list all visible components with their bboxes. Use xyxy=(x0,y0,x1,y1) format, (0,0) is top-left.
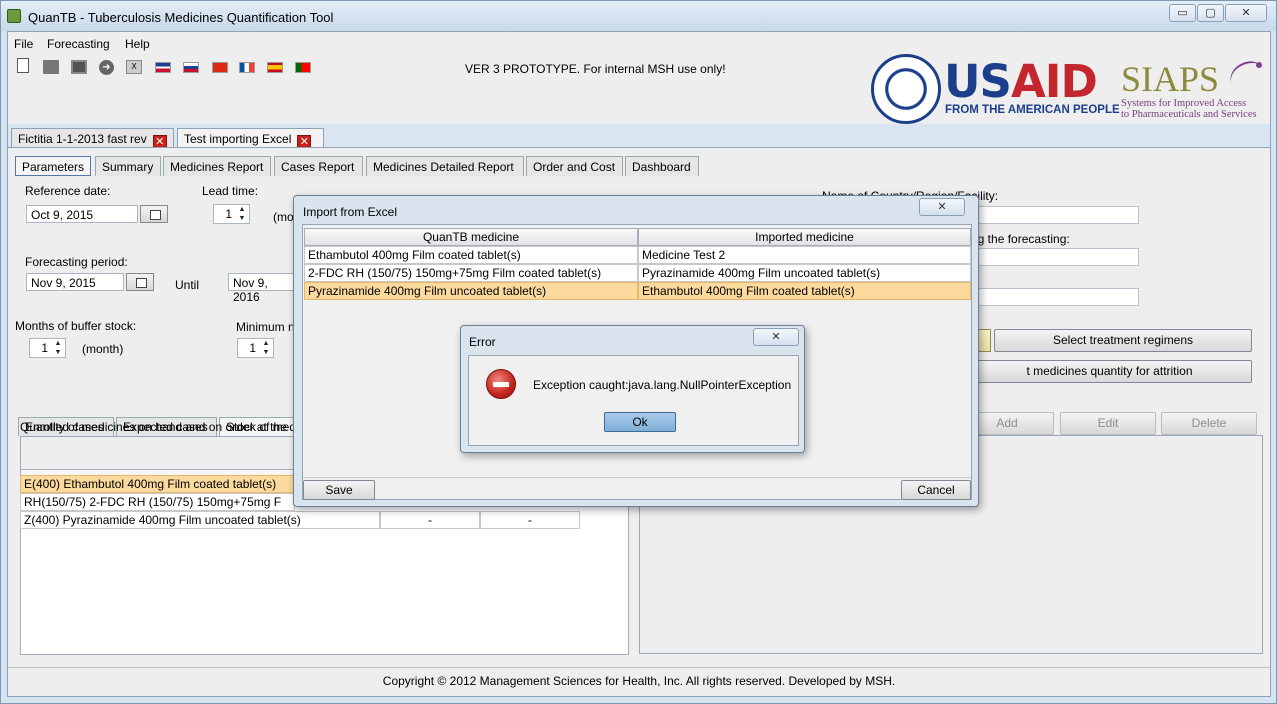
doc-tab-label: Test importing Excel xyxy=(184,132,292,146)
siaps-logo: SIAPS xyxy=(1121,59,1220,99)
dialog-separator xyxy=(303,477,971,478)
usaid-logo: USAID xyxy=(944,55,1098,108)
reference-date-calendar-button[interactable] xyxy=(140,205,168,223)
forecasting-field-label: ng the forecasting: xyxy=(971,232,1070,246)
error-icon xyxy=(486,369,516,399)
period-start-field[interactable]: Nov 9, 2015 xyxy=(26,273,124,291)
period-end-field[interactable]: Nov 9, 2016 xyxy=(228,273,296,304)
imported-medicine-column-header[interactable]: Imported medicine xyxy=(638,228,971,246)
siaps-tagline-line2: to Pharmaceuticals and Services xyxy=(1121,109,1257,120)
window-title: QuanTB - Tuberculosis Medicines Quantifi… xyxy=(28,10,334,25)
close-window-button[interactable]: ✕ xyxy=(1225,4,1267,22)
cancel-button[interactable]: Cancel xyxy=(901,480,971,500)
tab-parameters[interactable]: Parameters xyxy=(15,156,91,176)
doc-tab-fictitia[interactable]: Fictitia 1-1-2013 fast rev ✕ xyxy=(11,128,174,149)
forecasting-period-label: Forecasting period: xyxy=(25,255,128,269)
buffer-stock-label: Months of buffer stock: xyxy=(15,319,137,333)
table-row[interactable]: E(400) Ethambutol 400mg Film coated tabl… xyxy=(20,475,295,493)
imported-medicine-cell[interactable]: Pyrazinamide 400mg Film uncoated tablet(… xyxy=(638,264,971,282)
menu-forecasting[interactable]: Forecasting xyxy=(47,37,110,51)
prototype-banner: VER 3 PROTOTYPE. For internal MSH use on… xyxy=(465,62,726,76)
table-cell[interactable]: - xyxy=(480,511,580,529)
tab-order-and-cost[interactable]: Order and Cost xyxy=(526,156,623,176)
quantb-medicine-column-header[interactable]: QuanTB medicine xyxy=(304,228,638,246)
error-dialog-body: Exception caught:java.lang.NullPointerEx… xyxy=(468,355,799,446)
period-start-calendar-button[interactable] xyxy=(126,273,154,291)
buffer-stock-spinner[interactable]: 1 ▲ ▼ xyxy=(29,338,66,358)
spinner-arrows-icon[interactable]: ▲ ▼ xyxy=(236,205,248,223)
tab-medicines-detailed-report[interactable]: Medicines Detailed Report xyxy=(366,156,524,176)
save-button[interactable]: Save xyxy=(303,480,375,500)
copyright-footer: Copyright © 2012 Management Sciences for… xyxy=(8,667,1270,693)
spinner-arrows-icon[interactable]: ▲ ▼ xyxy=(52,339,64,357)
new-document-icon[interactable] xyxy=(17,58,29,73)
import-dialog-close-button[interactable]: ✕ xyxy=(919,198,965,216)
menu-bar: File Forecasting Help xyxy=(8,32,1270,54)
usaid-us: US xyxy=(944,55,1012,108)
error-message: Exception caught:java.lang.NullPointerEx… xyxy=(533,378,792,392)
tab-cases-report[interactable]: Cases Report xyxy=(274,156,363,176)
chinese-flag-icon[interactable] xyxy=(212,62,228,73)
tab-summary[interactable]: Summary xyxy=(95,156,161,176)
table-row[interactable]: Z(400) Pyrazinamide 400mg Film uncoated … xyxy=(20,511,380,529)
siaps-dot-icon xyxy=(1256,62,1262,68)
lead-time-label: Lead time: xyxy=(202,184,259,198)
reference-date-label: Reference date: xyxy=(25,184,111,198)
delete-button[interactable]: Delete xyxy=(1161,412,1257,435)
maximize-button[interactable]: ▢ xyxy=(1197,4,1224,22)
open-folder-icon[interactable] xyxy=(43,60,59,74)
quantb-medicine-cell[interactable]: Pyrazinamide 400mg Film uncoated tablet(… xyxy=(304,282,638,300)
doc-tab-test-importing-excel[interactable]: Test importing Excel ✕ xyxy=(177,128,324,149)
until-label: Until xyxy=(175,278,200,292)
siaps-swoosh-icon xyxy=(1225,55,1271,99)
quantb-medicine-cell[interactable]: 2-FDC RH (150/75) 150mg+75mg Film coated… xyxy=(304,264,638,282)
error-dialog: Error ✕ Exception caught:java.lang.NullP… xyxy=(460,325,805,453)
table-cell[interactable]: - xyxy=(380,511,480,529)
buffer-stock-value: 1 xyxy=(41,341,48,355)
select-treatment-regimens-button[interactable]: Select treatment regimens xyxy=(994,329,1252,352)
minimum-value: 1 xyxy=(249,341,256,355)
import-dialog-title: Import from Excel xyxy=(303,205,398,219)
tab-medicines-report[interactable]: Medicines Report xyxy=(163,156,271,176)
minimize-button[interactable]: ▭ xyxy=(1169,4,1196,22)
go-arrow-icon[interactable]: ➜ xyxy=(99,60,114,75)
save-icon[interactable] xyxy=(71,60,87,74)
menu-help[interactable]: Help xyxy=(125,37,150,51)
lead-time-value: 1 xyxy=(225,207,232,221)
lead-time-unit: (mo xyxy=(273,210,294,224)
tab-dashboard[interactable]: Dashboard xyxy=(625,156,699,176)
imported-medicine-cell[interactable]: Medicine Test 2 xyxy=(638,246,971,264)
usaid-aid: AID xyxy=(1010,55,1098,108)
usaid-seal-logo xyxy=(871,54,941,124)
buffer-stock-unit: (month) xyxy=(82,342,124,356)
spinner-arrows-icon[interactable]: ▲ ▼ xyxy=(260,339,272,357)
error-dialog-close-button[interactable]: ✕ xyxy=(753,328,799,346)
attrition-button[interactable]: t medicines quantity for attrition xyxy=(943,360,1252,383)
edit-button[interactable]: Edit xyxy=(1060,412,1156,435)
table-row[interactable]: RH(150/75) 2-FDC RH (150/75) 150mg+75mg … xyxy=(20,493,295,511)
portuguese-flag-icon[interactable] xyxy=(295,62,311,73)
quantb-medicine-cell[interactable]: Ethambutol 400mg Film coated tablet(s) xyxy=(304,246,638,264)
excel-icon[interactable]: X xyxy=(126,60,142,74)
error-dialog-title: Error xyxy=(469,335,496,349)
stock-description: Quantity of medicines on hand and on ord… xyxy=(20,420,287,434)
lead-time-spinner[interactable]: 1 ▲ ▼ xyxy=(213,204,250,224)
siaps-tagline: Systems for Improved Access to Pharmaceu… xyxy=(1121,98,1257,120)
french-flag-icon[interactable] xyxy=(239,62,255,73)
app-icon xyxy=(7,9,21,23)
spanish-flag-icon[interactable] xyxy=(267,62,283,73)
usaid-tagline: FROM THE AMERICAN PEOPLE xyxy=(945,104,1120,116)
imported-medicine-cell[interactable]: Ethambutol 400mg Film coated tablet(s) xyxy=(638,282,971,300)
ok-button[interactable]: Ok xyxy=(604,412,676,432)
title-bar: QuanTB - Tuberculosis Medicines Quantifi… xyxy=(1,1,1276,31)
reference-date-field[interactable]: Oct 9, 2015 xyxy=(26,205,138,223)
doc-tab-label: Fictitia 1-1-2013 fast rev xyxy=(18,132,147,146)
minimum-spinner[interactable]: 1 ▲ ▼ xyxy=(237,338,274,358)
english-flag-icon[interactable] xyxy=(155,62,171,73)
minimum-label: Minimum n xyxy=(236,320,295,334)
russian-flag-icon[interactable] xyxy=(183,62,199,73)
siaps-tagline-line1: Systems for Improved Access xyxy=(1121,98,1247,109)
menu-file[interactable]: File xyxy=(14,37,33,51)
